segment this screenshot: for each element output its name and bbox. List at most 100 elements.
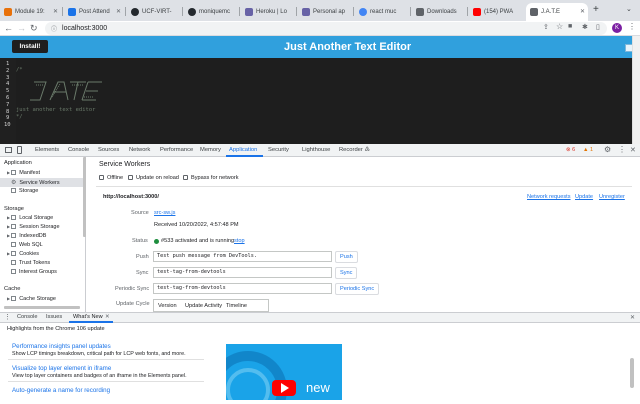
tab-label: Post Attend [79,9,110,15]
network-requests-link[interactable]: Network requests [527,194,571,200]
news-card-title[interactable]: Auto-generate a name for recording [12,387,110,394]
browser-menu-icon[interactable]: ⋮ [628,22,636,31]
database-icon [11,269,16,274]
bookmark-star-icon[interactable]: ☆ [556,22,563,31]
browser-tab-ucf[interactable]: UCF-VIRT- [127,3,181,21]
browser-tab-downloads[interactable]: Downloads [412,3,466,21]
tab-sources[interactable]: Sources [98,147,119,153]
update-link[interactable]: Update [575,194,593,200]
github-icon [131,8,139,16]
close-devtools-icon[interactable]: ✕ [630,146,636,154]
sidebar-item-storage[interactable]: Storage [11,188,38,194]
side-panel-icon[interactable]: ▯ [596,23,600,31]
tab-security[interactable]: Security [268,147,289,153]
news-card[interactable]: Auto-generate a name for recording [8,385,204,404]
close-tab-icon[interactable]: ✕ [580,8,585,15]
sync-input[interactable]: test-tag-from-devtools [153,267,332,278]
sidebar-item-cache-storage[interactable]: ▶ Cache Storage [7,296,56,302]
forward-arrow-icon[interactable]: → [17,22,26,34]
news-card[interactable]: Visualize top layer element in iframe Vi… [8,363,204,382]
site-info-icon[interactable]: ⓘ [51,24,57,33]
download-icon [416,8,424,16]
browser-tab-post[interactable]: Post Attend ✕ [64,3,124,21]
address-bar[interactable]: ⓘ localhost:3000 [45,22,607,35]
youtube-play-icon[interactable] [272,380,296,396]
sidebar-horizontal-scrollbar[interactable] [4,306,80,309]
sidebar-item-indexeddb[interactable]: ▶ IndexedDB [7,233,46,239]
drawer-tab-whats-new[interactable]: What's New [73,314,103,320]
settings-gear-icon[interactable]: ⚙ [604,145,611,154]
inspect-element-icon[interactable] [5,147,12,153]
update-on-reload-checkbox[interactable] [128,175,133,180]
tab-performance[interactable]: Performance [160,147,193,153]
browser-tab-personal[interactable]: Personal ap [298,3,352,21]
page-icon [530,8,538,16]
sidebar-item-session-storage[interactable]: ▶ Session Storage [7,224,60,230]
sync-button[interactable]: Sync [335,267,358,279]
whats-new-video-thumbnail[interactable]: new [226,344,342,400]
tab-label: (154) PWA [484,9,514,15]
browser-tab-heroku[interactable]: Heroku | Lo [241,3,295,21]
close-tab-icon[interactable]: ✕ [116,8,121,15]
periodic-sync-input[interactable]: test-tag-from-devtools [153,283,332,294]
devtools-menu-icon[interactable]: ⋮ [618,145,626,154]
sidebar-item-service-workers[interactable]: ⚙ Service Workers [11,179,60,186]
back-arrow-icon[interactable]: ← [4,22,13,34]
browser-tab-react[interactable]: react muc [355,3,409,21]
install-button[interactable]: Install! [12,40,48,53]
sidebar-item-trust-tokens[interactable]: Trust Tokens [11,260,50,266]
sidebar-item-label: Manifest [19,170,40,176]
tab-elements[interactable]: Elements [35,147,59,153]
update-on-reload-label: Update on reload [136,175,179,181]
news-card-title[interactable]: Visualize top layer element in iframe [12,365,111,372]
share-icon[interactable]: ⇪ [543,23,549,31]
sidebar-scrollbar[interactable] [83,157,86,237]
tab-network[interactable]: Network [129,147,150,153]
browser-tab-monique[interactable]: moniquemc [184,3,238,21]
source-file-link[interactable]: src-sw.js [154,210,175,216]
sidebar-item-local-storage[interactable]: ▶ Local Storage [7,215,53,221]
code-comment-open: /* [16,67,23,73]
device-toolbar-icon[interactable] [17,146,22,154]
bypass-network-checkbox[interactable] [183,175,188,180]
drawer-scrollbar[interactable] [630,358,634,388]
reload-icon[interactable]: ↻ [30,22,38,34]
periodic-sync-button[interactable]: Periodic Sync [335,283,380,295]
push-button[interactable]: Push [335,251,358,263]
stop-link[interactable]: stop [234,238,245,244]
close-tab-icon[interactable]: ✕ [53,8,58,15]
drawer-tab-console[interactable]: Console [17,314,38,320]
new-tab-button[interactable]: + [593,4,599,15]
browser-tab-youtube[interactable]: (154) PWA [469,3,523,21]
tab-recorder[interactable]: Recorder ♳ [339,147,370,153]
issue-count-badge[interactable]: ▲ 1 [583,147,593,153]
close-whats-new-icon[interactable]: ✕ [105,314,110,320]
tab-application[interactable]: Application [229,147,257,153]
offline-checkbox[interactable] [99,175,104,180]
browser-tab-jate[interactable]: J.A.T.E ✕ [526,3,588,21]
page-scrollbar[interactable] [632,36,640,144]
extension-icon[interactable]: ■ [568,23,572,30]
drawer-menu-icon[interactable]: ⋮ [4,313,11,321]
tab-label: J.A.T.E [541,9,561,15]
puzzle-icon[interactable]: ✱ [582,23,588,31]
update-cycle-label: Update Cycle [116,301,150,307]
profile-avatar[interactable]: K [612,23,622,33]
browser-tab-module[interactable]: Module 19: ✕ [0,3,61,21]
sidebar-item-interest-groups[interactable]: Interest Groups [11,269,57,275]
tab-lighthouse[interactable]: Lighthouse [302,147,330,153]
push-input[interactable]: Test push message from DevTools. [153,251,332,262]
sidebar-item-cookies[interactable]: ▶ Cookies [7,251,39,257]
news-card[interactable]: Performance insights panel updates Show … [8,341,204,360]
error-count-badge[interactable]: ⊗ 6 [566,147,575,153]
sidebar-item-manifest[interactable]: ▶ Manifest [7,170,40,176]
tab-memory[interactable]: Memory [200,147,221,153]
tab-search-icon[interactable]: ⌄ [626,5,632,13]
news-card-title[interactable]: Performance insights panel updates [12,343,111,350]
tab-console[interactable]: Console [68,147,89,153]
close-drawer-icon[interactable]: ✕ [630,314,635,321]
database-icon [11,242,16,247]
sidebar-item-web-sql[interactable]: Web SQL [11,242,43,248]
unregister-link[interactable]: Unregister [599,194,625,200]
drawer-tab-issues[interactable]: Issues [46,314,62,320]
